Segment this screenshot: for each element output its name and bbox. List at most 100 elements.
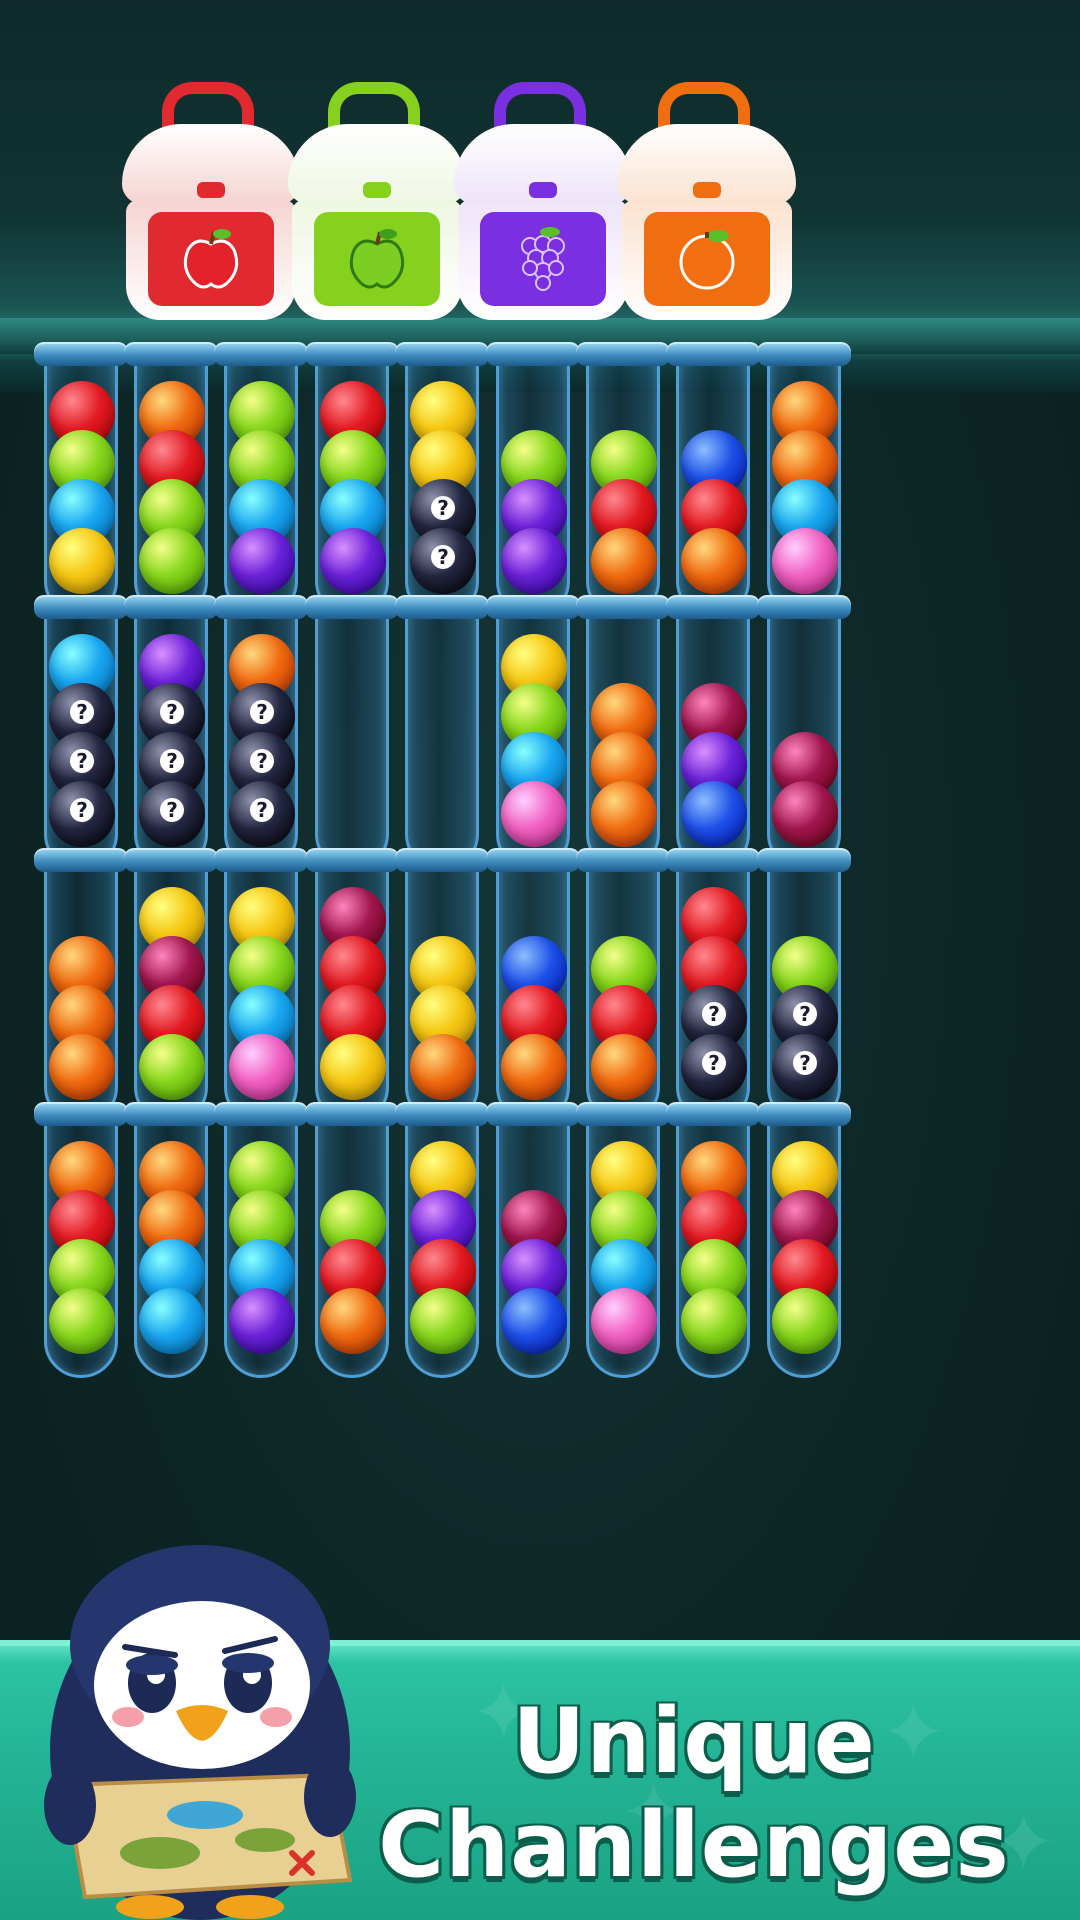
tube[interactable] (34, 1102, 128, 1380)
tube[interactable] (305, 1102, 399, 1380)
orange-icon (644, 212, 770, 306)
tube[interactable] (576, 848, 670, 1126)
ball-blue (681, 781, 747, 847)
tube[interactable]: ??? (124, 595, 218, 873)
question-mark-icon: ? (70, 700, 94, 724)
tube[interactable]: ??? (214, 595, 308, 873)
tube[interactable] (34, 848, 128, 1126)
ball-lime (681, 1288, 747, 1354)
tube-rim (34, 342, 128, 366)
question-mark-icon: ? (250, 700, 274, 724)
ball-orange (591, 1034, 657, 1100)
tube-rim (757, 342, 851, 366)
tube-rim (486, 595, 580, 619)
mystery-ball: ? (772, 1034, 838, 1100)
fruit-bag[interactable] (454, 82, 632, 322)
question-mark-icon: ? (250, 749, 274, 773)
tube-rim (124, 342, 218, 366)
tube[interactable] (214, 848, 308, 1126)
tube[interactable] (486, 342, 580, 620)
tube-rim (486, 342, 580, 366)
tube[interactable] (576, 595, 670, 873)
question-mark-icon: ? (250, 798, 274, 822)
question-mark-icon: ? (70, 749, 94, 773)
bag-body (458, 200, 628, 320)
bag-clip (197, 182, 225, 198)
question-mark-icon: ? (431, 496, 455, 520)
tube-rim (34, 595, 128, 619)
tube[interactable] (305, 342, 399, 620)
question-mark-icon: ? (793, 1002, 817, 1026)
tube-rim (395, 595, 489, 619)
tube-rim (34, 848, 128, 872)
tube-glass (405, 609, 479, 871)
tube[interactable] (486, 848, 580, 1126)
tube[interactable] (666, 595, 760, 873)
tube[interactable]: ?? (395, 342, 489, 620)
tube[interactable] (757, 1102, 851, 1380)
question-mark-icon: ? (702, 1002, 726, 1026)
headline: Unique Chanllenges (344, 1690, 1044, 1898)
tube[interactable] (666, 342, 760, 620)
tube-rim (666, 595, 760, 619)
ball-pink (772, 528, 838, 594)
ball-yellow (49, 528, 115, 594)
tube[interactable] (576, 342, 670, 620)
tube[interactable] (305, 595, 399, 873)
fruit-bag[interactable] (288, 82, 466, 322)
ball-orange (320, 1288, 386, 1354)
tube[interactable] (395, 1102, 489, 1380)
tube[interactable] (757, 595, 851, 873)
mystery-ball: ? (229, 781, 295, 847)
headline-line1: Unique (512, 1689, 876, 1794)
bag-body (292, 200, 462, 320)
ball-pink (591, 1288, 657, 1354)
ball-purple (229, 1288, 295, 1354)
tube[interactable] (305, 848, 399, 1126)
tube-rim (124, 595, 218, 619)
bag-body (622, 200, 792, 320)
apple-green-icon (314, 212, 440, 306)
fruit-bag[interactable] (618, 82, 796, 322)
tube-rim (666, 1102, 760, 1126)
headline-line2: Chanllenges (378, 1793, 1010, 1898)
tube[interactable] (214, 1102, 308, 1380)
tube[interactable]: ?? (666, 848, 760, 1126)
tube[interactable]: ??? (34, 595, 128, 873)
tube-rim (486, 848, 580, 872)
tube-rim (214, 848, 308, 872)
tube[interactable]: ?? (757, 848, 851, 1126)
ball-pink (501, 781, 567, 847)
ball-orange (410, 1034, 476, 1100)
tube[interactable] (395, 848, 489, 1126)
question-mark-icon: ? (70, 798, 94, 822)
question-mark-icon: ? (702, 1051, 726, 1075)
tube[interactable] (486, 595, 580, 873)
ball-purple (320, 528, 386, 594)
tube[interactable] (124, 848, 218, 1126)
ball-lime (410, 1288, 476, 1354)
tube-rim (666, 848, 760, 872)
tube[interactable] (666, 1102, 760, 1380)
tube-rim (305, 342, 399, 366)
tube[interactable] (124, 1102, 218, 1380)
tube-rim (576, 848, 670, 872)
tube-rim (305, 1102, 399, 1126)
bag-panel (148, 212, 274, 306)
tube-rim (576, 595, 670, 619)
tube[interactable] (34, 342, 128, 620)
ball-lime (139, 528, 205, 594)
ball-orange (49, 1034, 115, 1100)
ball-pink (229, 1034, 295, 1100)
tube[interactable] (486, 1102, 580, 1380)
tube[interactable] (214, 342, 308, 620)
ball-yellow (320, 1034, 386, 1100)
ball-blue (501, 1288, 567, 1354)
tube[interactable] (124, 342, 218, 620)
tube[interactable] (757, 342, 851, 620)
tube[interactable] (576, 1102, 670, 1380)
fruit-bag[interactable] (122, 82, 300, 322)
tube[interactable] (395, 595, 489, 873)
tube-rim (305, 848, 399, 872)
tube-rim (757, 1102, 851, 1126)
